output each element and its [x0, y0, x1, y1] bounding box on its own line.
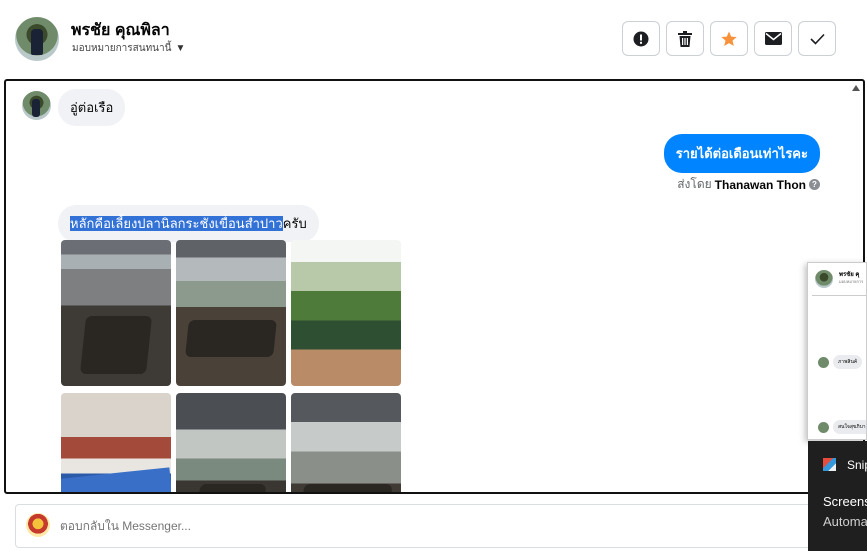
- attachment-photo[interactable]: [176, 393, 286, 492]
- outgoing-message[interactable]: รายได้ต่อเดือนเท่าไรคะ: [663, 134, 820, 173]
- mini-avatar-dot: [818, 356, 829, 368]
- scroll-up-arrow-icon[interactable]: [852, 85, 860, 91]
- sent-by-info: ส่งโดย Thanawan Thon ?: [677, 175, 820, 194]
- selected-text: หลักคือเลี้ยงปลานิลกระชังเขื่อนสำปาว: [70, 216, 283, 231]
- conversation-header: พรชัย คุณพิลา มอบหมายการสนทนานี้ ▼: [0, 0, 867, 78]
- mini-assign-label: มอบหมายการ: [839, 279, 864, 284]
- notification-title: Snip: [847, 458, 867, 472]
- incoming-message[interactable]: อู่ต่อเรือ: [58, 89, 126, 126]
- mark-done-button[interactable]: [798, 21, 836, 56]
- help-icon[interactable]: ?: [809, 179, 820, 190]
- mini-avatar-dot: [818, 421, 829, 433]
- alert-circle-icon: [633, 31, 649, 46]
- message-text: รายได้ต่อเดือนเท่าไรคะ: [675, 146, 808, 161]
- delete-button[interactable]: [666, 21, 704, 56]
- mini-message-row: ภาพสินค้: [818, 355, 863, 369]
- attachment-photo[interactable]: [291, 393, 401, 492]
- contact-avatar-small: [22, 91, 51, 120]
- message-text: อู่ต่อเรือ: [70, 100, 114, 115]
- divider: [812, 295, 866, 296]
- contact-name[interactable]: พรชัย คุณพิลา: [71, 18, 170, 43]
- caret-down-icon: ▼: [175, 43, 186, 54]
- mini-message: ภาพสินค้: [833, 355, 863, 369]
- reply-box[interactable]: [15, 504, 815, 548]
- notification-subtext: Automa: [823, 514, 867, 529]
- assign-label: มอบหมายการสนทนานี้: [72, 43, 172, 54]
- star-icon: [721, 31, 737, 46]
- star-button[interactable]: [710, 21, 748, 56]
- check-icon: [809, 33, 825, 45]
- mini-avatar: [815, 270, 833, 288]
- page-avatar: [26, 513, 50, 537]
- reply-input[interactable]: [60, 519, 660, 533]
- trash-icon: [678, 30, 692, 47]
- attachment-photo[interactable]: [176, 240, 286, 386]
- mini-message: สนใจสุขภิบาล: [833, 420, 866, 434]
- mark-unread-button[interactable]: [754, 21, 792, 56]
- message-text: ครับ: [282, 216, 307, 231]
- inbox-conversation-page: พรชัย คุณพิลา มอบหมายการสนทนานี้ ▼ อู่ต่…: [0, 0, 867, 551]
- incoming-message[interactable]: หลักคือเลี้ยงปลานิลกระชังเขื่อนสำปาวครับ: [58, 205, 319, 242]
- sender-name: Thanawan Thon: [714, 177, 806, 192]
- mini-message-row: สนใจสุขภิบาล: [818, 420, 866, 434]
- contact-avatar[interactable]: [15, 17, 59, 61]
- message-thread[interactable]: อู่ต่อเรือ รายได้ต่อเดือนเท่าไรคะ ส่งโดย…: [4, 79, 865, 494]
- conversation-actions: [622, 21, 836, 56]
- notification-text: Screens: [823, 494, 867, 509]
- mark-spam-button[interactable]: [622, 21, 660, 56]
- snip-app-icon: [823, 458, 836, 471]
- assign-conversation-dropdown[interactable]: มอบหมายการสนทนานี้ ▼: [72, 41, 185, 56]
- mini-chat-window[interactable]: พรชัย คุ มอบหมายการ ภาพสินค้ สนใจสุขภิบา…: [807, 262, 867, 440]
- attachment-photo[interactable]: [61, 240, 171, 386]
- sent-by-prefix: ส่งโดย: [677, 177, 712, 191]
- attachment-photo[interactable]: [291, 240, 401, 386]
- snip-notification[interactable]: Snip Screens Automa: [808, 441, 867, 551]
- envelope-icon: [764, 32, 782, 45]
- attachment-photo[interactable]: [61, 393, 171, 492]
